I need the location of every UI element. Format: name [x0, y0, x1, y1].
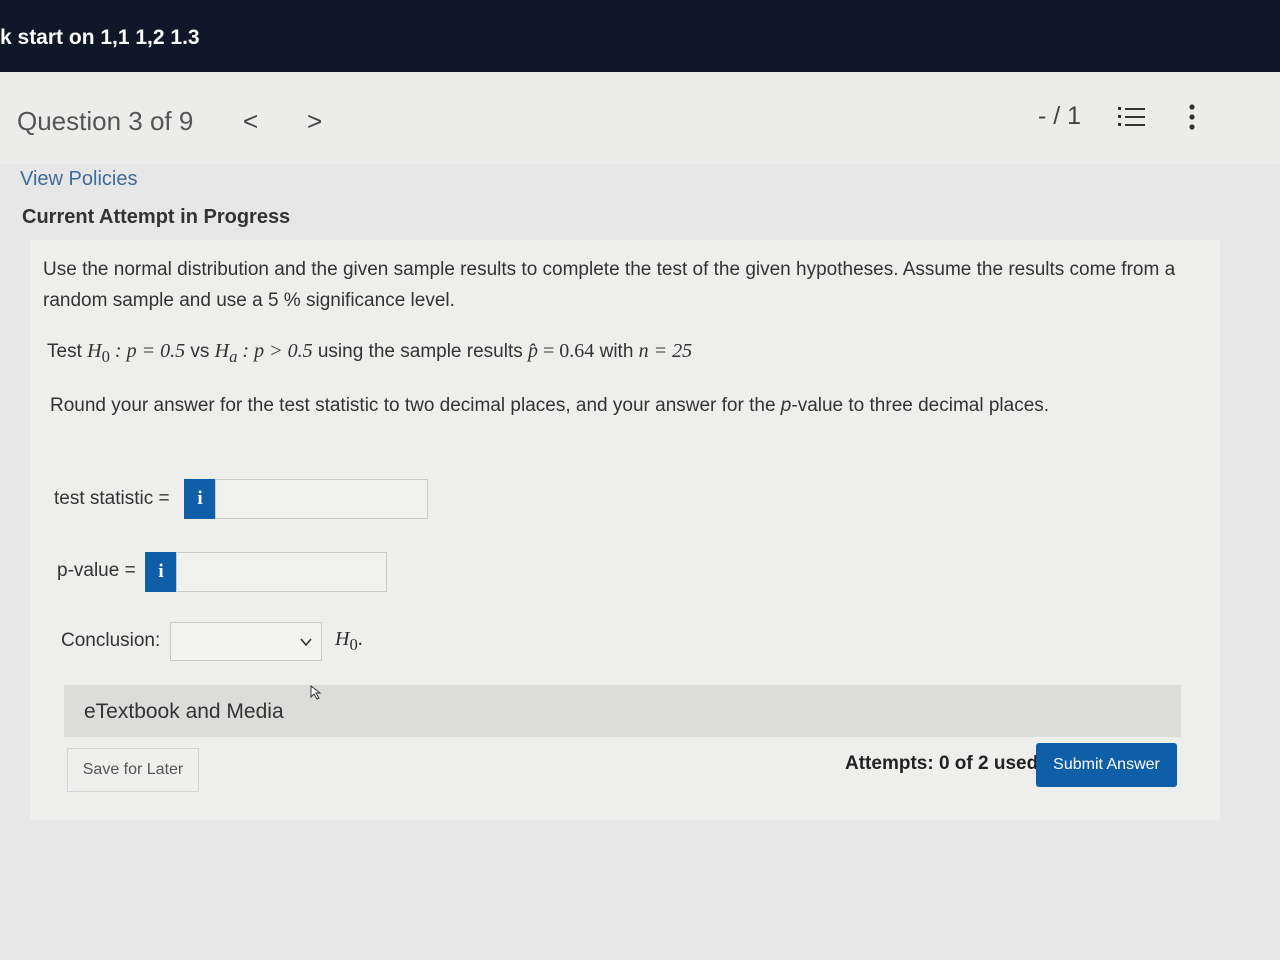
more-options-icon[interactable] [1185, 102, 1199, 132]
view-policies-link[interactable]: View Policies [20, 168, 137, 191]
test-statistic-label: test statistic = [54, 488, 170, 509]
conclusion-h0: H0. [335, 628, 363, 654]
question-list-icon[interactable] [1118, 105, 1146, 129]
attempts-counter: Attempts: 0 of 2 used [845, 753, 1039, 774]
pvalue-label: p-value = [57, 560, 136, 581]
question-nav-bar: Question 3 of 9 < > - / 1 [0, 72, 1280, 164]
conclusion-label: Conclusion: [61, 630, 161, 651]
etextbook-media-section[interactable]: eTextbook and Media [64, 685, 1181, 737]
submit-answer-button[interactable]: Submit Answer [1036, 743, 1177, 787]
prev-question-button[interactable]: < [243, 106, 258, 137]
tab-title-fragment: k start on 1,1 1,2 1.3 [0, 26, 200, 49]
question-score: - / 1 [1038, 102, 1082, 130]
test-statistic-info-button[interactable]: i [184, 479, 216, 519]
question-counter: Question 3 of 9 [17, 106, 194, 136]
chevron-down-icon [300, 638, 312, 647]
browser-tab-strip: k start on 1,1 1,2 1.3 [0, 0, 1280, 72]
mouse-cursor-icon [310, 685, 322, 700]
save-for-later-button[interactable]: Save for Later [67, 748, 199, 792]
pvalue-info-button[interactable]: i [145, 552, 177, 592]
attempt-status: Current Attempt in Progress [22, 206, 291, 228]
rounding-instruction: Round your answer for the test statistic… [50, 395, 1050, 416]
pvalue-input[interactable] [176, 552, 387, 592]
conclusion-select[interactable] [170, 622, 322, 661]
question-intro: Use the normal distribution and the give… [43, 259, 1176, 311]
hypothesis-statement: Test H0 : p = 0.5 vs Ha : p > 0.5 using … [47, 340, 693, 366]
next-question-button[interactable]: > [307, 106, 322, 137]
test-statistic-input[interactable] [215, 479, 428, 519]
etextbook-label: eTextbook and Media [84, 700, 284, 723]
